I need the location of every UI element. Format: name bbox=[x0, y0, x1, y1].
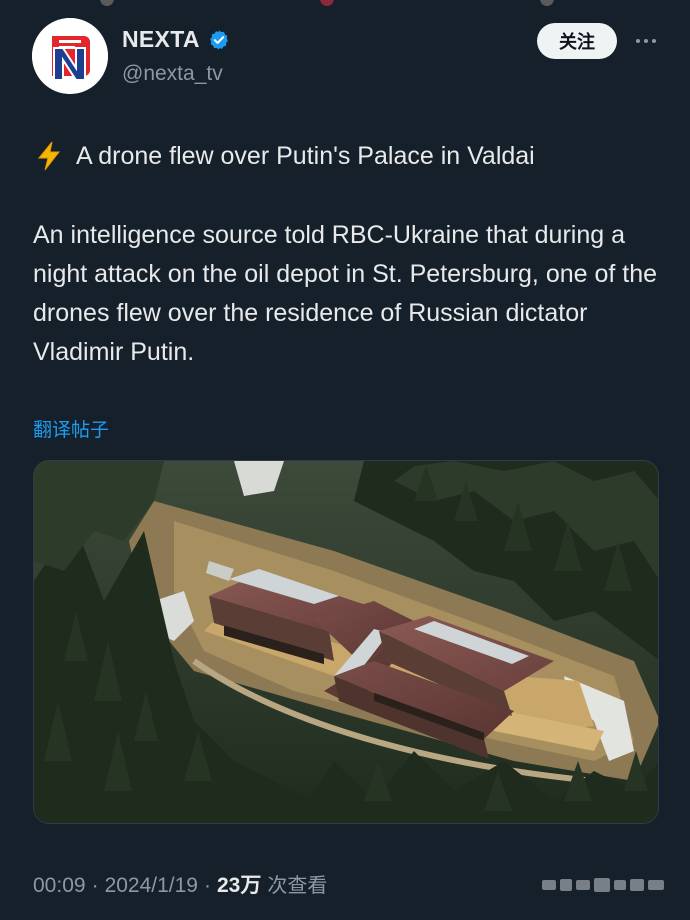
post-detail-view: NEXTA @nexta_tv 关注 A drone flew over Put… bbox=[0, 0, 690, 920]
author-name-row[interactable]: NEXTA bbox=[122, 26, 230, 53]
aerial-palace-photo bbox=[34, 461, 658, 823]
follow-button[interactable]: 关注 bbox=[537, 23, 617, 59]
views-label: 次查看 bbox=[267, 873, 328, 897]
previous-content-cutoff bbox=[0, 0, 690, 8]
views-count: 23万 bbox=[217, 874, 262, 897]
post-body: An intelligence source told RBC-Ukraine … bbox=[33, 221, 658, 366]
avatar[interactable] bbox=[32, 18, 108, 94]
post-headline-row: A drone flew over Putin's Palace in Vald… bbox=[36, 138, 666, 174]
translate-post-link[interactable]: 翻译帖子 bbox=[33, 415, 109, 442]
verified-badge-icon bbox=[208, 29, 230, 51]
meta-separator: · bbox=[204, 874, 211, 897]
author-display-name[interactable]: NEXTA bbox=[122, 26, 200, 53]
author-handle[interactable]: @nexta_tv bbox=[122, 62, 223, 86]
post-media-image[interactable] bbox=[33, 460, 659, 824]
watermark-image bbox=[540, 874, 668, 896]
post-time: 00:09 bbox=[33, 874, 86, 897]
lightning-bolt-icon bbox=[36, 141, 62, 171]
post-date: 2024/1/19 bbox=[104, 874, 198, 897]
meta-separator: · bbox=[91, 874, 99, 897]
nexta-logo-icon bbox=[32, 18, 108, 94]
post-meta-row: 00:09 · 2024/1/19 · 23万 次查看 bbox=[33, 869, 327, 899]
post-headline: A drone flew over Putin's Palace in Vald… bbox=[76, 142, 535, 170]
more-dots-icon[interactable] bbox=[628, 30, 664, 52]
